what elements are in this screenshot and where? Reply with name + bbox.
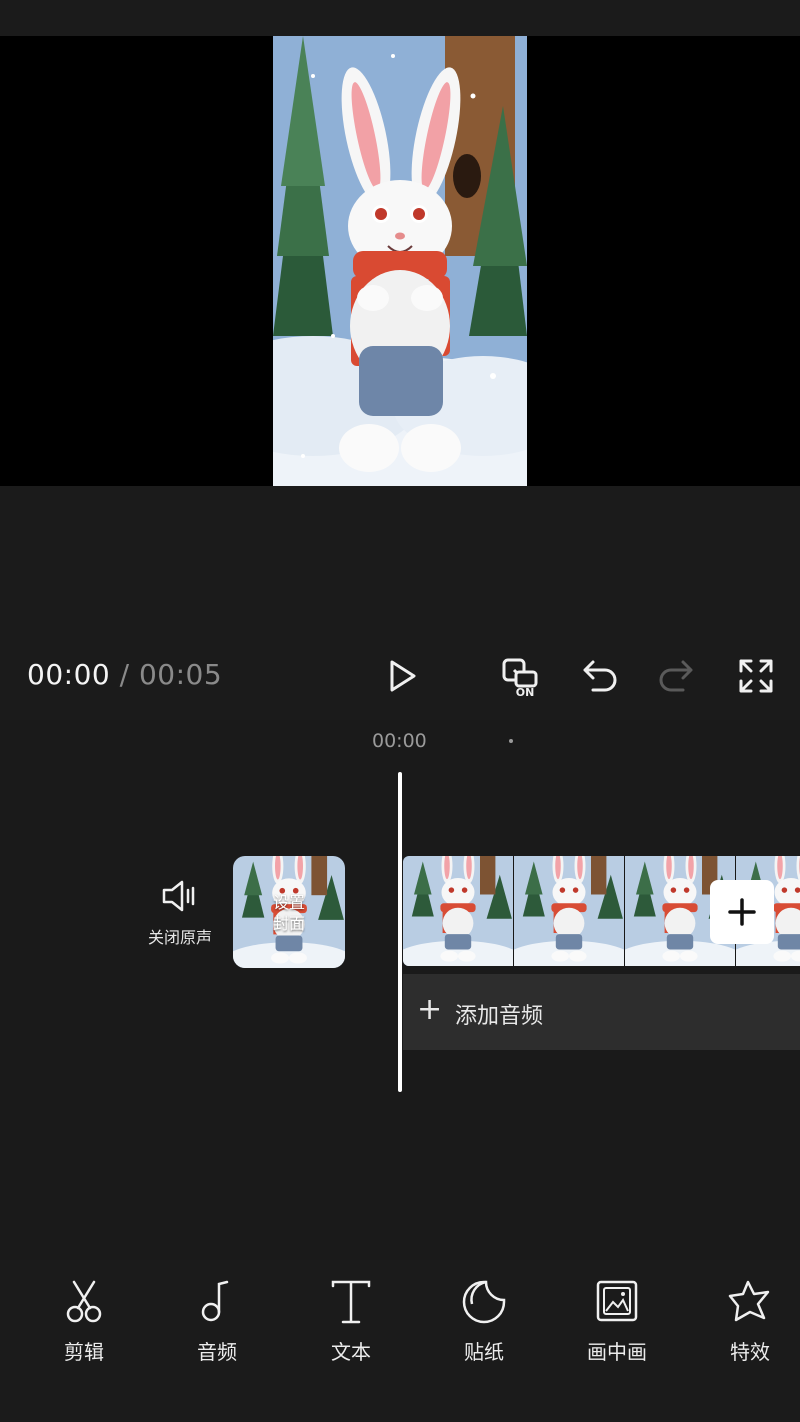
clip-frame — [403, 856, 514, 966]
cover-label-line2: 封面 — [272, 914, 305, 933]
tool-edit[interactable]: 剪辑 — [34, 1278, 134, 1365]
tool-pip[interactable]: 画中画 — [567, 1278, 667, 1365]
cover-label: 设置 封面 — [233, 892, 345, 934]
cover-label-line1: 设置 — [272, 893, 305, 912]
tool-label: 特效 — [730, 1340, 770, 1364]
effects-star-icon — [728, 1280, 770, 1322]
ruler-tick — [509, 739, 513, 743]
text-icon — [331, 1280, 371, 1324]
fullscreen-button[interactable] — [734, 654, 778, 698]
bottom-toolbar: 剪辑 音频 文本 贴纸 画中画 特效 — [0, 1260, 800, 1422]
tool-label: 画中画 — [587, 1340, 647, 1364]
fullscreen-icon — [739, 659, 773, 693]
timeline[interactable]: 00:00 关闭原声 设置 封面 + 添加音频 — [0, 720, 800, 1260]
plus-icon — [728, 898, 756, 926]
auto-sync-on-icon: ON — [502, 658, 538, 698]
sticker-icon — [462, 1280, 506, 1324]
video-preview[interactable] — [0, 36, 800, 486]
add-audio-plus-icon: + — [417, 992, 443, 1027]
picture-in-picture-icon — [596, 1280, 638, 1322]
speaker-icon — [162, 880, 195, 912]
mute-label: 关闭原声 — [147, 928, 212, 947]
set-cover-button[interactable]: 设置 封面 — [233, 856, 345, 968]
tool-label: 贴纸 — [464, 1340, 504, 1364]
mute-original-audio-button[interactable]: 关闭原声 — [140, 878, 220, 948]
redo-icon — [659, 660, 693, 692]
undo-button[interactable] — [577, 654, 621, 698]
add-audio-track[interactable]: + 添加音频 — [403, 974, 800, 1050]
tool-label: 剪辑 — [64, 1340, 104, 1364]
tool-effects[interactable]: 特效 — [700, 1278, 800, 1365]
video-frame — [273, 36, 527, 486]
status-bar — [0, 0, 800, 36]
ruler-time: 00:00 — [372, 730, 427, 752]
add-clip-button[interactable] — [710, 880, 774, 944]
svg-text:ON: ON — [516, 686, 535, 698]
undo-icon — [583, 660, 617, 692]
tool-label: 文本 — [331, 1340, 371, 1364]
play-icon — [390, 660, 416, 692]
time-separator: / — [119, 658, 130, 691]
tool-sticker[interactable]: 贴纸 — [434, 1278, 534, 1365]
time-display: 00:00 / 00:05 — [27, 658, 222, 691]
current-time: 00:00 — [27, 658, 111, 691]
redo-button[interactable] — [655, 654, 699, 698]
tool-audio[interactable]: 音频 — [167, 1278, 267, 1365]
keyframe-toggle-button[interactable]: ON — [500, 654, 544, 698]
video-frame-image — [273, 36, 527, 486]
add-audio-label: 添加音频 — [455, 1004, 544, 1029]
playhead[interactable] — [398, 772, 402, 1092]
music-note-icon — [201, 1280, 229, 1322]
player-controls: 00:00 / 00:05 ON — [0, 640, 800, 720]
scissors-icon — [66, 1280, 102, 1323]
duration: 00:05 — [138, 658, 223, 691]
clip-frame — [514, 856, 625, 966]
tool-text[interactable]: 文本 — [301, 1278, 401, 1365]
tool-label: 音频 — [197, 1340, 237, 1364]
play-button[interactable] — [379, 654, 423, 698]
